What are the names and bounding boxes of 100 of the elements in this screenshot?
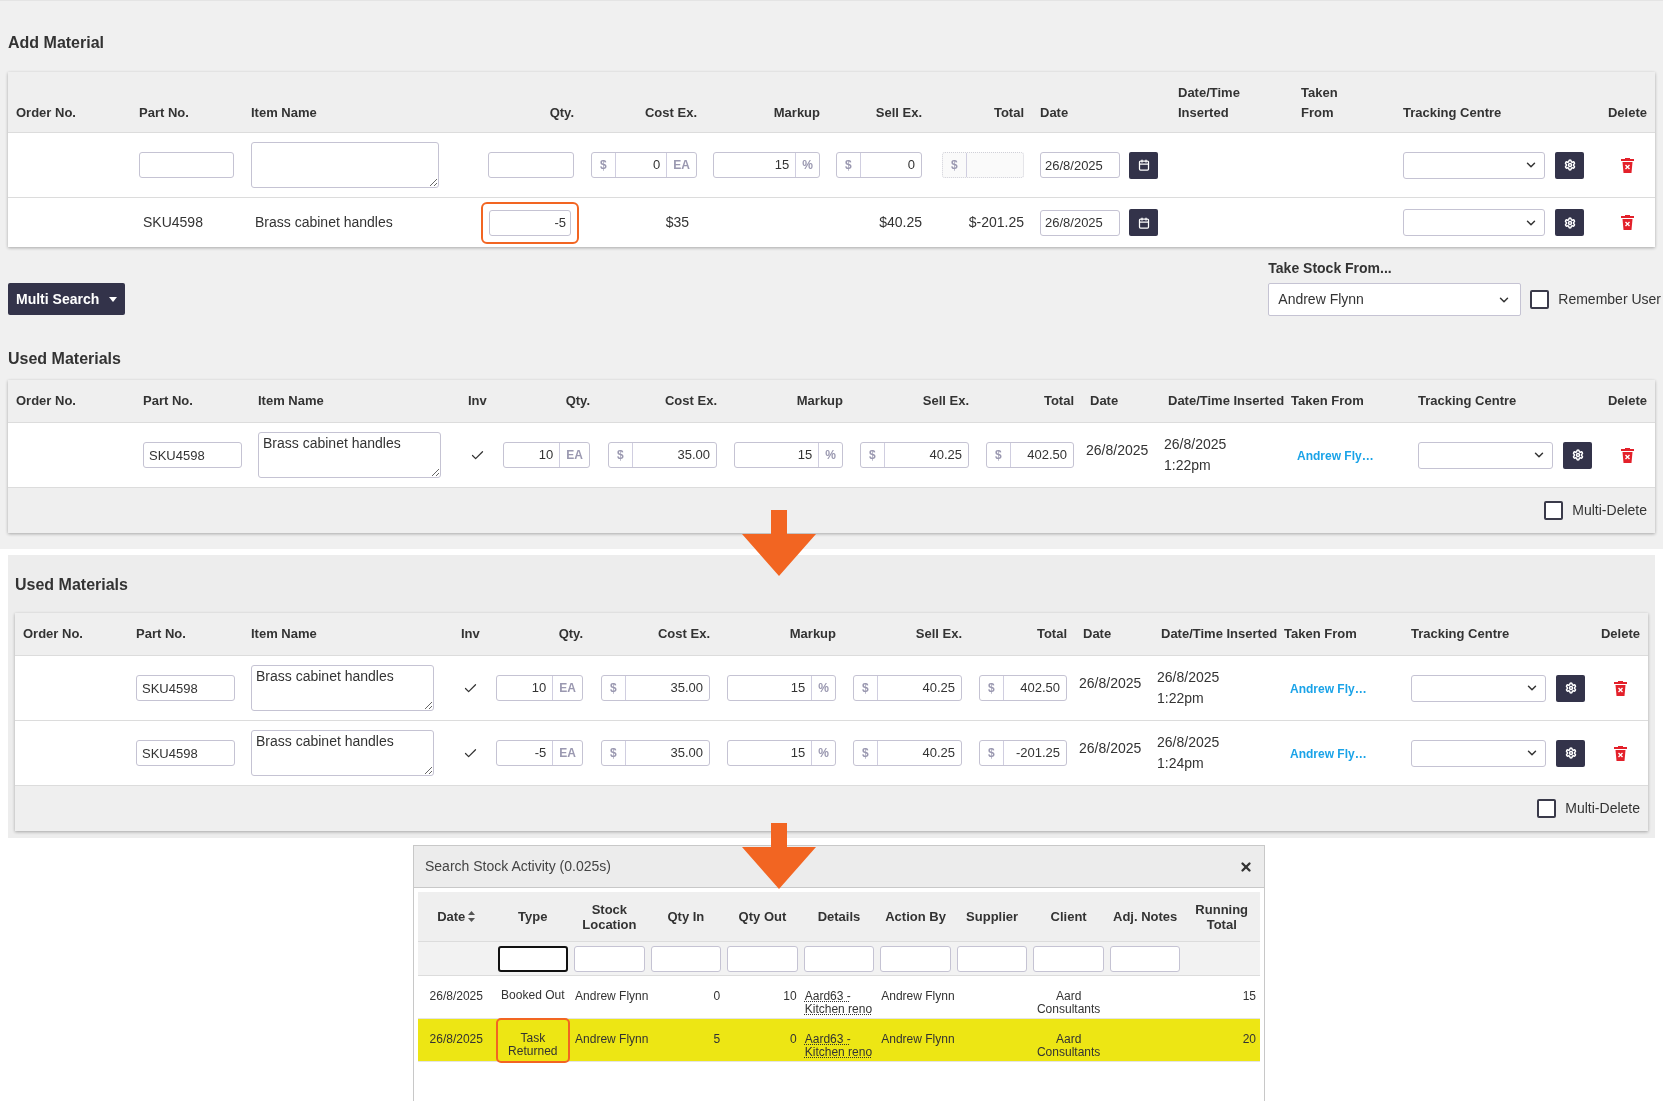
type-cell-text: Task Returned <box>507 1032 559 1060</box>
column-header: Delete <box>1600 625 1640 644</box>
field-value: 0 <box>907 156 915 175</box>
trash-icon[interactable] <box>1621 215 1634 230</box>
running-total-cell: 15 <box>1242 989 1256 1003</box>
column-header: Date/Time Inserted <box>1168 392 1285 411</box>
field-value: 40.25 <box>929 446 962 465</box>
column-header: Tracking Centre <box>1418 392 1517 411</box>
tracking-centre-select[interactable] <box>1403 209 1545 236</box>
item-name-field[interactable] <box>251 142 439 188</box>
input-group-field[interactable]: $ 35.00 <box>601 740 710 766</box>
calendar-button[interactable] <box>1129 209 1158 236</box>
item-name-field[interactable]: Brass cabinet handles <box>258 432 441 478</box>
filter-field[interactable] <box>497 945 569 972</box>
tracking-centre-select[interactable] <box>1411 674 1547 702</box>
checkbox[interactable] <box>1537 799 1557 818</box>
column-header: Order No. <box>23 625 83 644</box>
item-name-field[interactable]: Brass cabinet handles <box>251 665 434 711</box>
input-group-field[interactable]: $ 0 <box>836 152 922 178</box>
details-link[interactable]: Aard63 - Kitchen reno <box>804 1033 874 1059</box>
input-group-field[interactable]: 10 EA <box>503 442 590 468</box>
column-header: Client <box>1050 909 1087 924</box>
column-header: Tracking Centre <box>1411 625 1510 644</box>
action-by-cell: Andrew Flynn <box>881 1032 955 1046</box>
part-number: SKU4598 <box>142 214 203 230</box>
settings-button[interactable] <box>1563 441 1592 469</box>
input-group-field[interactable]: 10 EA <box>496 675 583 701</box>
column-header: Date <box>1083 625 1112 644</box>
input-group-field[interactable]: $ 402.50 <box>986 442 1074 468</box>
field-value: 0 <box>653 156 661 175</box>
input-group-field[interactable]: $ 35.00 <box>601 675 710 701</box>
trash-icon[interactable] <box>1621 447 1634 463</box>
settings-button[interactable] <box>1556 674 1585 702</box>
trash-icon[interactable] <box>1621 157 1634 173</box>
quantity-field[interactable]: -5 <box>489 209 571 236</box>
date-field[interactable]: 26/8/2025 <box>1040 209 1120 236</box>
field-value: 35.00 <box>670 744 703 763</box>
input-group-field[interactable]: $ 35.00 <box>608 442 717 468</box>
input-group-field[interactable]: 15 % <box>734 442 843 468</box>
inserted-time: 1:24pm <box>1157 754 1205 773</box>
multi-search-button[interactable]: Multi Search <box>8 283 126 315</box>
details-link[interactable]: Aard63 - Kitchen reno <box>804 990 874 1016</box>
location-cell: Andrew Flynn <box>575 989 649 1003</box>
column-header: Total <box>1036 625 1067 644</box>
settings-button[interactable] <box>1555 209 1584 236</box>
input-group-field[interactable]: 15 % <box>727 740 836 766</box>
settings-button[interactable] <box>1556 739 1585 767</box>
trash-icon[interactable] <box>1614 745 1627 761</box>
part-number-field[interactable] <box>139 152 234 178</box>
column-header: Qty. <box>558 625 583 644</box>
column-header: Part No. <box>139 103 189 122</box>
unit-label: % <box>811 676 835 700</box>
tracking-centre-select[interactable] <box>1403 151 1545 179</box>
input-group-field[interactable]: $ 40.25 <box>860 442 969 468</box>
checkbox[interactable] <box>1530 290 1550 309</box>
column-header: Date/Time Inserted <box>1161 625 1278 644</box>
unit-label: EA <box>559 443 589 467</box>
input-group-field[interactable]: 15 % <box>713 152 820 178</box>
column-header: Supplier <box>966 909 1019 924</box>
field-value: 10 <box>538 446 554 465</box>
column-header: Inv <box>468 392 487 411</box>
unit-label: % <box>818 443 842 467</box>
unit-label: EA <box>552 676 582 700</box>
part-number-field[interactable]: SKU4598 <box>136 675 235 701</box>
column-header: Sell Ex. <box>875 103 922 122</box>
input-group-field[interactable]: $ 0 EA <box>591 152 697 178</box>
close-icon[interactable] <box>1239 859 1253 874</box>
input-group-field[interactable]: $ -201.25 <box>979 740 1067 766</box>
column-header: Taken From <box>1291 392 1364 411</box>
calendar-button[interactable] <box>1129 151 1158 179</box>
take-stock-select[interactable]: Andrew Flynn <box>1268 283 1522 316</box>
settings-button[interactable] <box>1555 151 1584 179</box>
column-header: Item Name <box>251 625 317 644</box>
field-value: 402.50 <box>1027 446 1067 465</box>
tracking-centre-select[interactable] <box>1418 441 1554 469</box>
column-header: Tracking Centre <box>1403 103 1502 122</box>
part-number-field[interactable]: SKU4598 <box>136 740 235 766</box>
column-header: Details <box>817 909 861 924</box>
sort-icon[interactable] <box>468 911 476 922</box>
item-name-field[interactable]: Brass cabinet handles <box>251 730 434 776</box>
input-group-field[interactable]: $ 40.25 <box>853 675 962 701</box>
trash-icon[interactable] <box>1614 680 1627 696</box>
column-header: Item Name <box>258 392 324 411</box>
column-header: Cost Ex. <box>645 103 697 122</box>
column-header: Part No. <box>136 625 186 644</box>
tracking-centre-select[interactable] <box>1411 739 1547 767</box>
field-value: 15 <box>774 156 790 175</box>
input-group-field[interactable]: 15 % <box>727 675 836 701</box>
input-group-field[interactable]: -5 EA <box>496 740 583 766</box>
date-field[interactable]: 26/8/2025 <box>1040 152 1120 178</box>
dialog-title: Search Stock Activity (0.025s) <box>425 857 611 876</box>
part-number-field[interactable]: SKU4598 <box>143 442 242 468</box>
input-group-field[interactable]: $ 40.25 <box>853 740 962 766</box>
quantity-field[interactable] <box>488 152 574 178</box>
input-group-field[interactable]: $ 402.50 <box>979 675 1067 701</box>
inserted-date: 26/8/2025 <box>1157 733 1221 752</box>
section-title: Used Materials <box>8 349 122 369</box>
column-header: Qty. <box>565 392 590 411</box>
checkbox[interactable] <box>1544 501 1564 520</box>
date-cell: 26/8/2025 <box>429 989 483 1003</box>
